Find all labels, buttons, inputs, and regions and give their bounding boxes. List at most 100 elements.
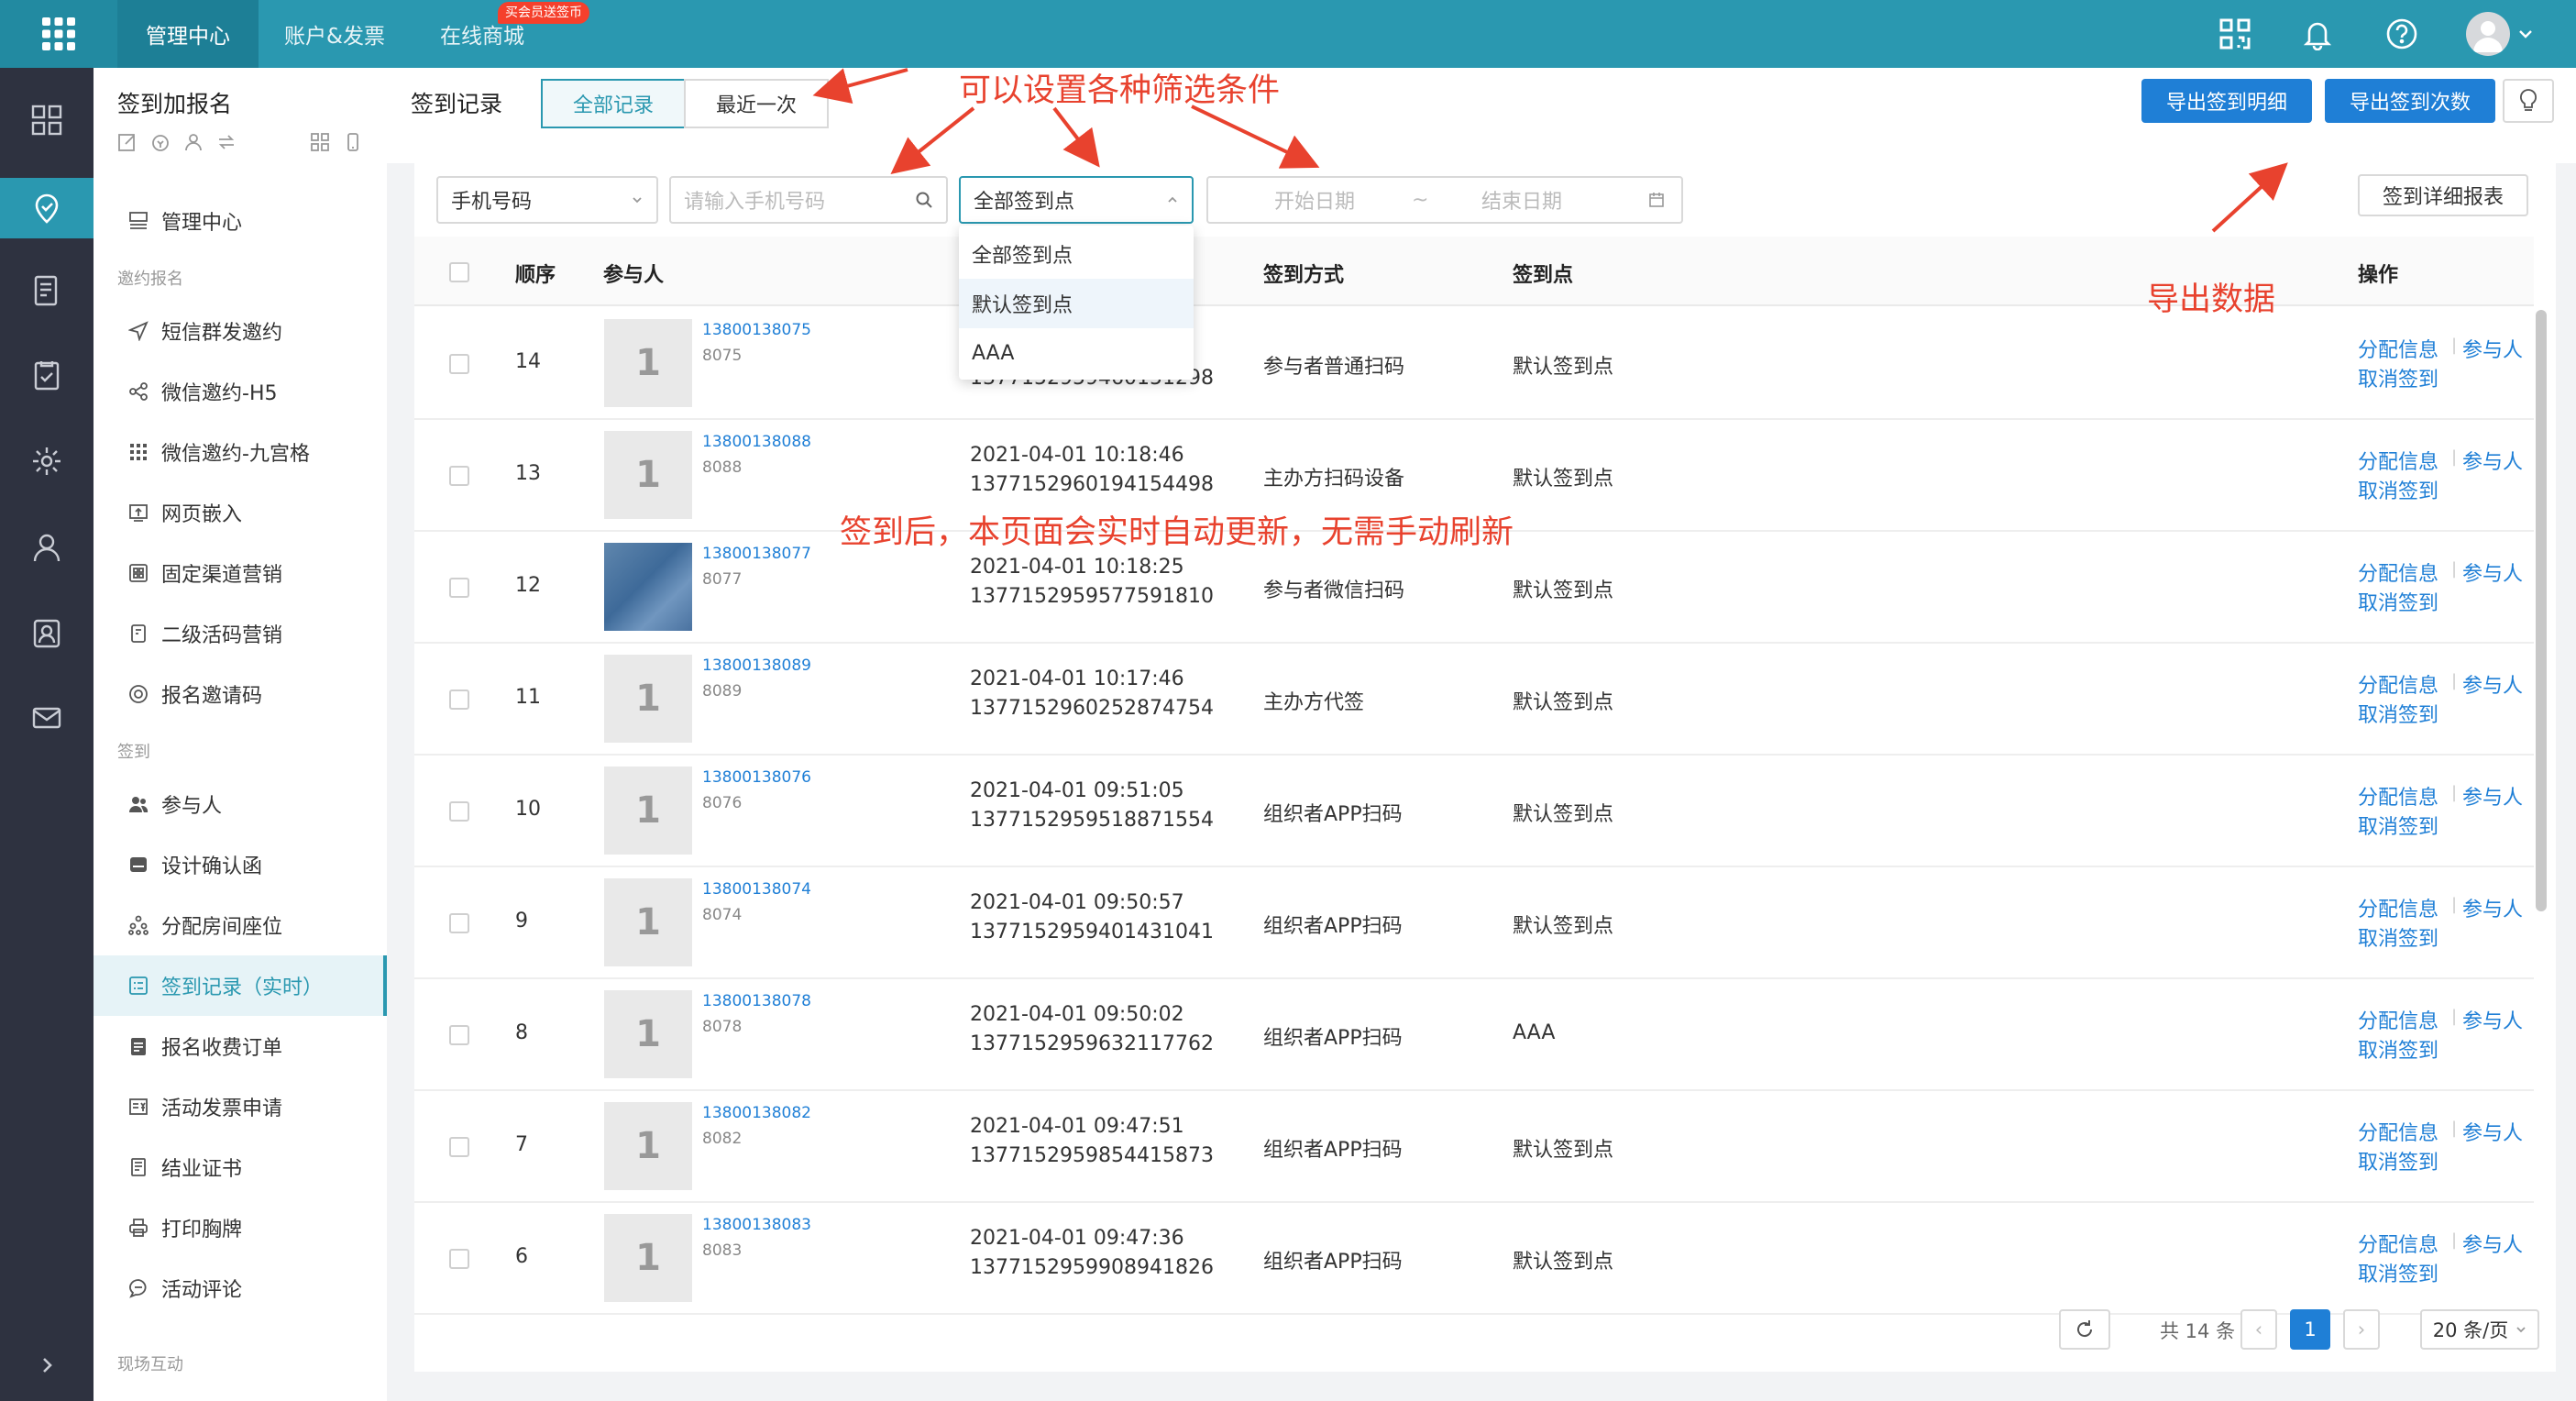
row-checkbox[interactable] (449, 354, 469, 374)
assign-info-link[interactable]: 分配信息 (2358, 781, 2438, 811)
table-scrollbar[interactable] (2536, 310, 2547, 911)
sidebar-item-certificate[interactable]: 结业证书 (94, 1137, 387, 1197)
settings-icon[interactable] (0, 431, 94, 491)
phone-search-input[interactable]: 请输入手机号码 (669, 176, 948, 224)
row-checkbox[interactable] (449, 689, 469, 710)
user-icon[interactable] (183, 132, 204, 152)
assign-info-link[interactable]: 分配信息 (2358, 1117, 2438, 1146)
refresh-button[interactable] (2059, 1309, 2110, 1350)
money-bag-icon[interactable] (150, 132, 171, 152)
sidebar-item-orders[interactable]: 报名收费订单 (94, 1016, 387, 1076)
cancel-checkin-link[interactable]: 取消签到 (2358, 1258, 2438, 1287)
sidebar-item-checkin-records[interactable]: 签到记录（实时） (94, 955, 387, 1016)
date-range-picker[interactable]: 开始日期 ~ 结束日期 (1206, 176, 1683, 224)
participant-link[interactable]: 参与人 (2462, 669, 2523, 699)
end-date-input[interactable]: 结束日期 (1481, 185, 1562, 215)
cancel-checkin-link[interactable]: 取消签到 (2358, 475, 2438, 504)
cancel-checkin-link[interactable]: 取消签到 (2358, 587, 2438, 616)
cancel-checkin-link[interactable]: 取消签到 (2358, 1034, 2438, 1064)
cancel-checkin-link[interactable]: 取消签到 (2358, 811, 2438, 840)
dropdown-option-all[interactable]: 全部签到点 (959, 229, 1194, 279)
next-page-button[interactable]: › (2343, 1309, 2380, 1350)
sidebar-item-web-embed[interactable]: 网页嵌入 (94, 482, 387, 543)
tab-all-records[interactable]: 全部记录 (541, 79, 686, 128)
assign-info-link[interactable]: 分配信息 (2358, 557, 2438, 587)
prev-page-button[interactable]: ‹ (2240, 1309, 2277, 1350)
participant-link[interactable]: 参与人 (2462, 557, 2523, 587)
participant-phone-link[interactable]: 13800138074 (702, 880, 811, 899)
share-icon[interactable] (216, 132, 237, 152)
row-checkbox[interactable] (449, 1249, 469, 1269)
page-size-select[interactable]: 20 条/页 (2420, 1309, 2539, 1350)
participant-link[interactable]: 参与人 (2462, 781, 2523, 811)
sidebar-item-fixed-channel[interactable]: 固定渠道营销 (94, 543, 387, 603)
assign-info-link[interactable]: 分配信息 (2358, 446, 2438, 475)
search-icon[interactable] (915, 191, 933, 209)
sidebar-item-sms-invite[interactable]: 短信群发邀约 (94, 301, 387, 361)
edit-icon[interactable] (117, 132, 138, 152)
participant-phone-link[interactable]: 13800138088 (702, 433, 811, 451)
participant-phone-link[interactable]: 13800138083 (702, 1216, 811, 1234)
checkin-nav-icon[interactable] (0, 178, 94, 238)
page-1-button[interactable]: 1 (2290, 1309, 2330, 1350)
cancel-checkin-link[interactable]: 取消签到 (2358, 922, 2438, 952)
qrcode-icon[interactable] (2218, 17, 2251, 54)
contacts-icon[interactable] (0, 603, 94, 664)
participant-link[interactable]: 参与人 (2462, 1005, 2523, 1034)
row-checkbox[interactable] (449, 578, 469, 598)
cancel-checkin-link[interactable]: 取消签到 (2358, 363, 2438, 392)
cancel-checkin-link[interactable]: 取消签到 (2358, 1146, 2438, 1175)
row-checkbox[interactable] (449, 1137, 469, 1157)
sidebar-item-management[interactable]: 管理中心 (94, 191, 387, 251)
sidebar-item-wechat-h5[interactable]: 微信邀约-H5 (94, 361, 387, 422)
export-detail-button[interactable]: 导出签到明细 (2141, 79, 2312, 123)
assign-info-link[interactable]: 分配信息 (2358, 669, 2438, 699)
participant-phone-link[interactable]: 13800138089 (702, 656, 811, 675)
mail-icon[interactable] (0, 688, 94, 748)
expand-chevron-icon[interactable] (0, 1335, 94, 1395)
participant-link[interactable]: 参与人 (2462, 446, 2523, 475)
cancel-checkin-link[interactable]: 取消签到 (2358, 699, 2438, 728)
sidebar-item-live-code[interactable]: 二级活码营销 (94, 603, 387, 664)
participant-link[interactable]: 参与人 (2462, 1117, 2523, 1146)
nav-management-center[interactable]: 管理中心 (117, 0, 259, 68)
person-icon[interactable] (0, 517, 94, 578)
participant-link[interactable]: 参与人 (2462, 334, 2523, 363)
participant-phone-link[interactable]: 13800138077 (702, 545, 811, 563)
dashboard-icon[interactable] (0, 90, 94, 150)
sidebar-item-invoice[interactable]: 活动发票申请 (94, 1076, 387, 1137)
search-field-select[interactable]: 手机号码 (436, 176, 658, 224)
participant-phone-link[interactable]: 13800138078 (702, 992, 811, 1010)
user-avatar[interactable] (2466, 12, 2510, 56)
row-checkbox[interactable] (449, 466, 469, 486)
lightbulb-icon[interactable] (2503, 79, 2554, 123)
sidebar-item-participants[interactable]: 参与人 (94, 774, 387, 834)
assign-info-link[interactable]: 分配信息 (2358, 1229, 2438, 1258)
checkin-point-select[interactable]: 全部签到点 (959, 176, 1194, 224)
participant-link[interactable]: 参与人 (2462, 1229, 2523, 1258)
participant-phone-link[interactable]: 13800138076 (702, 768, 811, 787)
chevron-down-icon[interactable] (2517, 26, 2534, 46)
qrcode-icon[interactable] (310, 132, 330, 152)
participant-phone-link[interactable]: 13800138075 (702, 321, 811, 339)
survey-icon[interactable] (0, 345, 94, 405)
report-icon[interactable] (0, 260, 94, 321)
bell-icon[interactable] (2301, 17, 2334, 54)
select-all-checkbox[interactable] (449, 262, 469, 282)
calendar-icon[interactable] (1648, 192, 1665, 208)
apps-grid-icon[interactable] (0, 0, 117, 68)
assign-info-link[interactable]: 分配信息 (2358, 334, 2438, 363)
tab-latest[interactable]: 最近一次 (684, 79, 829, 128)
nav-account-invoice[interactable]: 账户&发票 (266, 0, 403, 68)
detail-report-button[interactable]: 签到详细报表 (2358, 174, 2528, 216)
participant-link[interactable]: 参与人 (2462, 893, 2523, 922)
help-icon[interactable] (2385, 17, 2418, 54)
mobile-icon[interactable] (343, 132, 363, 152)
sidebar-item-wechat-grid[interactable]: 微信邀约-九宫格 (94, 422, 387, 482)
assign-info-link[interactable]: 分配信息 (2358, 1005, 2438, 1034)
sidebar-item-invite-code[interactable]: 报名邀请码 (94, 664, 387, 724)
dropdown-option-default[interactable]: 默认签到点 (959, 279, 1194, 328)
start-date-input[interactable]: 开始日期 (1274, 185, 1355, 215)
sidebar-item-comments[interactable]: 活动评论 (94, 1258, 387, 1318)
row-checkbox[interactable] (449, 801, 469, 822)
